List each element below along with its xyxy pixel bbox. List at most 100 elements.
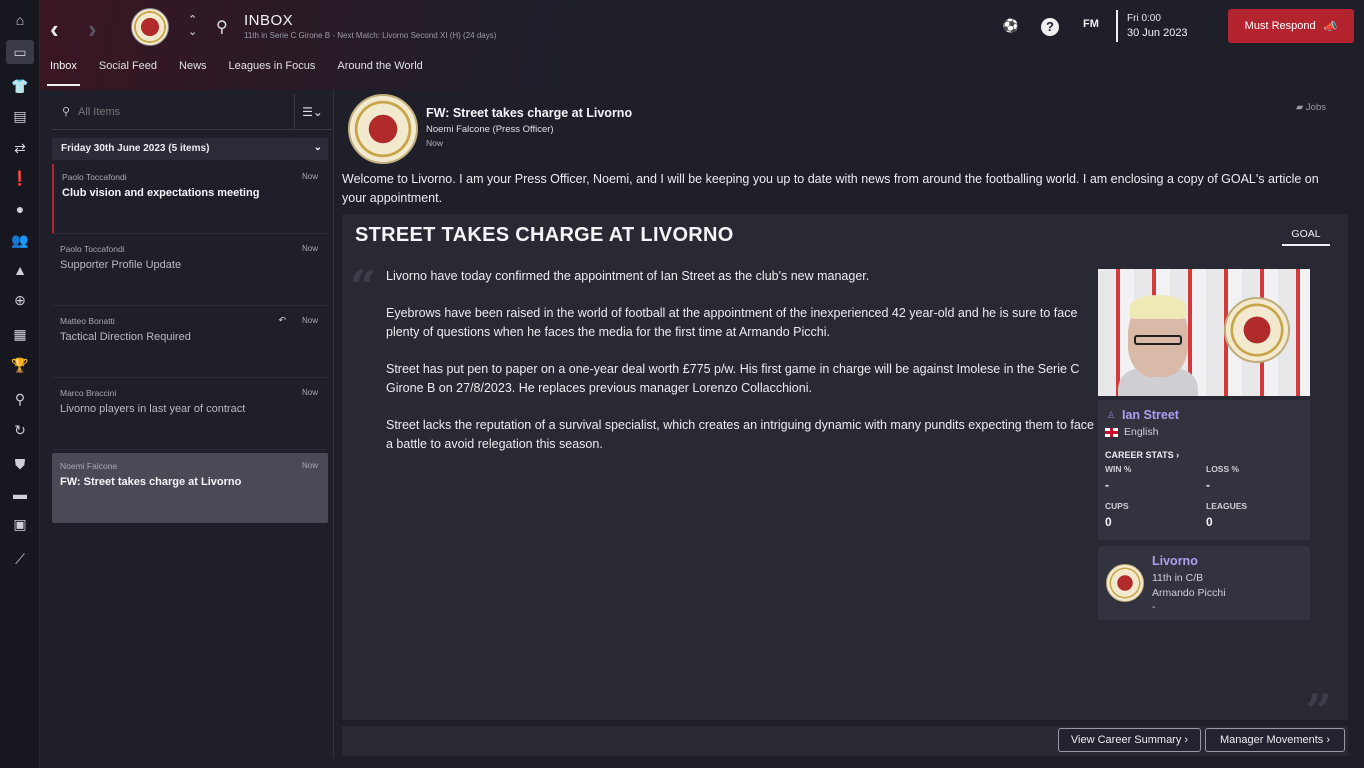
club-badge[interactable] [131,8,169,46]
dynamics-icon[interactable]: ⊕ [8,288,32,312]
scouting-icon[interactable]: ⚲ [8,387,32,411]
message-title: FW: Street takes charge at Livorno [426,106,633,120]
manager-movements-button[interactable]: Manager Movements › [1205,728,1345,752]
home-icon[interactable]: ⌂ [8,8,32,32]
message-sender: Paolo Toccafondi [62,172,127,182]
club-card: Livorno 11th in C/B Armando Picchi - [1098,546,1310,620]
person-icon: ♙ [1107,410,1116,420]
message-intro: Welcome to Livorno. I am your Press Offi… [342,172,1319,205]
message-time: Now [426,138,444,148]
tactics-icon[interactable]: ▤ [8,104,32,128]
ball-icon[interactable]: ⚽ [1002,18,1020,36]
quote-open-icon: “ [350,260,377,314]
report-icon[interactable]: ⟋ [8,547,32,571]
back-arrow-icon[interactable]: ‹ [50,14,59,45]
message-time: Now [301,172,318,181]
search-icon: ⚲ [62,106,71,118]
manager-photo [1098,269,1310,396]
inbox-search-input[interactable] [78,102,278,122]
club-name-link[interactable]: Livorno [1152,554,1198,568]
article-source: GOAL [1282,228,1330,246]
tab-around-the-world[interactable]: Around the World [337,58,422,80]
help-icon[interactable]: ? [1041,18,1059,36]
england-flag-icon [1105,428,1118,437]
leagues-label: LEAGUES [1206,501,1248,511]
article-paragraph: Livorno have today confirmed the appoint… [386,269,870,283]
fm-logo[interactable]: FM [1082,18,1100,36]
medical-icon[interactable]: ❗ [8,166,32,190]
jobs-icon: ▰ [1295,102,1304,113]
career-stats-link[interactable]: CAREER STATS › [1105,450,1179,460]
competitions-icon[interactable]: 🏆 [8,353,32,377]
training-icon[interactable]: ▲ [8,258,32,282]
page-subtitle: 11th in Serie C Girone B - Next Match: L… [244,31,497,40]
article-headline: STREET TAKES CHARGE AT LIVORNO [355,224,734,246]
jobs-label: Jobs [1305,102,1326,113]
inbox-message-selected[interactable]: Noemi Falcone Now FW: Street takes charg… [52,453,328,523]
inbox-search-row: ⚲ ☰⌄ [52,94,332,130]
win-value: - [1105,478,1109,492]
message-from[interactable]: Noemi Falcone (Press Officer) [426,124,554,135]
squad-icon[interactable]: 👕 [8,74,32,98]
chevron-down-icon: ⌄ [313,142,322,153]
club-info-icon[interactable]: ⛊ [8,452,32,476]
view-career-summary-button[interactable]: View Career Summary › [1058,728,1201,752]
game-date: 30 Jun 2023 [1127,27,1188,39]
club-stadium: Armando Picchi [1152,587,1226,599]
inbox-icon[interactable]: ▭ [6,40,34,64]
top-bar: ‹ › ⌃ ⌄ ⚲ INBOX 11th in Serie C Girone B … [40,0,1364,90]
message-subject: FW: Street takes charge at Livorno [60,476,242,488]
page-title: INBOX [244,12,294,29]
article-paragraph: Street has put pen to paper on a one-yea… [386,362,1080,395]
group-header-label: Friday 30th June 2023 (5 items) [61,143,210,154]
tab-news[interactable]: News [179,58,207,80]
leagues-value: 0 [1206,515,1213,529]
message-subject: Livorno players in last year of contract [60,403,246,415]
news-article: STREET TAKES CHARGE AT LIVORNO GOAL “ ” … [342,214,1348,738]
message-sender: Noemi Falcone [60,461,118,471]
message-time: Now [301,316,318,325]
game-time: Fri 0:00 [1127,13,1161,24]
must-respond-label: Must Respond [1244,20,1316,32]
message-sender: Paolo Toccafondi [60,244,125,254]
search-icon[interactable]: ⚲ [216,17,228,37]
inbox-message[interactable]: Paolo Toccafondi Now Club vision and exp… [52,164,328,234]
message-time: Now [301,388,318,397]
inbox-message[interactable]: Marco Braccini Now Livorno players in la… [52,380,328,450]
data-hub-icon[interactable]: ● [8,197,32,221]
dev-centre-icon[interactable]: ▣ [8,512,32,536]
finances-icon[interactable]: ▬ [8,482,32,506]
tab-inbox[interactable]: Inbox [47,58,80,86]
manager-card: ♙ Ian Street English CAREER STATS › WIN … [1098,400,1310,540]
message-time: Now [301,461,318,470]
club-crest [1224,297,1290,363]
transfers-cycle-icon[interactable]: ↻ [8,418,32,442]
article-body: Livorno have today confirmed the appoint… [386,267,1098,472]
manager-nationality: English [1124,426,1159,438]
message-subject: Tactical Direction Required [60,331,191,343]
forward-arrow-icon[interactable]: › [88,14,97,45]
loss-label: LOSS % [1206,464,1240,474]
inbox-list-panel: ⚲ ☰⌄ Friday 30th June 2023 (5 items) ⌄ P… [48,90,334,758]
schedule-icon[interactable]: ▦ [8,322,32,346]
tab-leagues-in-focus[interactable]: Leagues in Focus [229,58,316,80]
tab-social-feed[interactable]: Social Feed [99,58,157,80]
jobs-link[interactable]: ▰ Jobs [1296,102,1326,113]
inbox-message[interactable]: Paolo Toccafondi Now Supporter Profile U… [52,236,328,306]
updown-icon[interactable]: ⌃ ⌄ [188,14,197,38]
transfers-icon[interactable]: ⇄ [8,136,32,160]
message-time: Now [301,244,318,253]
message-subject: Club vision and expectations meeting [62,187,260,199]
date-group-header[interactable]: Friday 30th June 2023 (5 items) ⌄ [52,138,328,160]
staff-icon[interactable]: 👥 [8,228,32,252]
reply-icon: ↶ [278,315,286,325]
must-respond-button[interactable]: Must Respond 📣 [1228,9,1354,43]
loss-value: - [1206,478,1210,492]
article-paragraph: Street lacks the reputation of a surviva… [386,418,1094,451]
filter-menu-icon[interactable]: ☰⌄ [294,94,330,130]
manager-name-link[interactable]: Ian Street [1122,408,1179,422]
cups-value: 0 [1105,515,1112,529]
inbox-message[interactable]: Matteo Bonatti ↶ Now Tactical Direction … [52,308,328,378]
left-sidebar: ⌂ ▭ 👕 ▤ ⇄ ❗ ● 👥 ▲ ⊕ ▦ 🏆 ⚲ ↻ ⛊ ▬ ▣ ⟋ [0,0,40,768]
megaphone-icon: 📣 [1323,20,1338,33]
